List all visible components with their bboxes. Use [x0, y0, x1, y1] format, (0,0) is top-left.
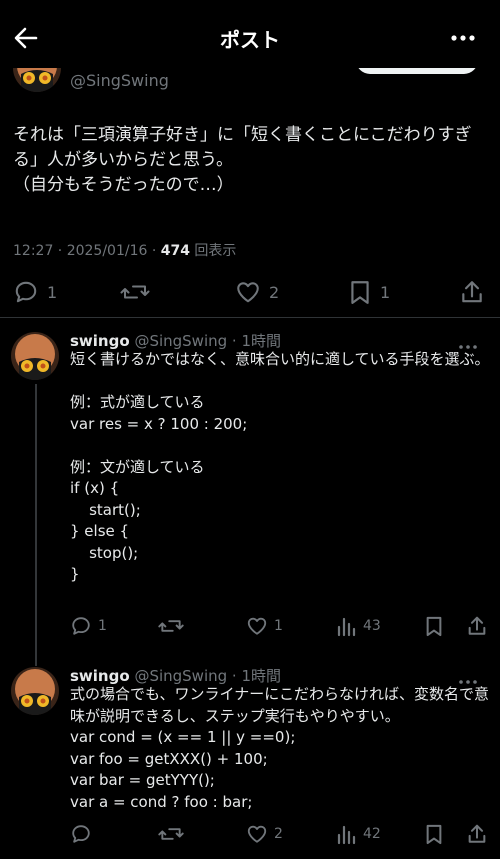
reply-text: 式の場合でも、ワンライナーにこだわらなければ、変数名で意味が説明できるし、ステッ… [70, 685, 489, 811]
reply-author-name[interactable]: swingo [70, 667, 130, 685]
reply-avatar[interactable] [11, 667, 59, 715]
share-button[interactable] [459, 279, 485, 305]
bookmark-button[interactable]: 1 [348, 279, 390, 305]
reply-button[interactable]: 1 [70, 615, 107, 637]
reply-more-icon[interactable] [458, 671, 478, 684]
bookmark-icon [426, 616, 442, 637]
reply-count: 1 [98, 618, 107, 634]
top-bar: ポスト [0, 0, 500, 68]
more-options-icon[interactable] [450, 26, 476, 46]
reply-header: swingo @SingSwing · 1時間 [70, 665, 281, 686]
analytics-icon [337, 825, 356, 845]
reply-avatar[interactable] [11, 332, 59, 380]
bookmark-icon [351, 281, 369, 304]
like-button[interactable]: 2 [235, 279, 279, 305]
reply-more-icon[interactable] [458, 336, 478, 349]
like-button[interactable]: 2 [246, 823, 283, 845]
views-count: 43 [363, 618, 381, 634]
share-icon [468, 616, 486, 635]
reply-author-handle[interactable]: @SingSwing [134, 667, 227, 685]
reply-author-handle[interactable]: @SingSwing [134, 332, 227, 350]
reply-author-name[interactable]: swingo [70, 332, 130, 350]
reply-icon [15, 281, 37, 303]
views-button[interactable]: 43 [337, 615, 381, 637]
reply-time: · 1時間 [227, 332, 281, 350]
heart-icon [237, 282, 259, 303]
retweet-button[interactable] [158, 823, 190, 845]
bookmark-button[interactable] [424, 823, 444, 845]
post-timestamp: 12:27 · 2025/01/16 · [13, 243, 161, 259]
reply-text: 短く書けるかではなく、意味合い的に適している手段を選ぶ。 例：式が適している v… [70, 350, 490, 583]
like-count: 2 [269, 282, 280, 302]
bookmark-icon [426, 824, 442, 845]
like-count: 1 [274, 618, 283, 634]
thread-line [35, 384, 37, 666]
post-meta: 12:27 · 2025/01/16 · 474 回表示 [13, 240, 236, 260]
heart-icon [247, 617, 267, 635]
divider [0, 317, 500, 318]
bookmark-count: 1 [380, 282, 391, 302]
post-text: それは「三項演算子好き」に「短く書くことにこだわりすぎる」人が多いからだと思う。… [13, 125, 472, 195]
analytics-icon [337, 617, 356, 637]
views-count: 42 [363, 826, 381, 842]
page-title: ポスト [220, 28, 280, 52]
share-button[interactable] [466, 823, 488, 845]
views-button[interactable]: 42 [337, 823, 381, 845]
share-icon [462, 281, 482, 303]
retweet-icon [158, 620, 184, 632]
reply-time: · 1時間 [227, 667, 281, 685]
heart-icon [247, 825, 267, 843]
retweet-button[interactable] [158, 615, 190, 637]
reply-header: swingo @SingSwing · 1時間 [70, 330, 281, 351]
retweet-icon [158, 828, 184, 840]
bookmark-button[interactable] [424, 615, 444, 637]
like-button[interactable]: 1 [246, 615, 283, 637]
views-count: 474 [160, 243, 190, 259]
reply-button[interactable] [70, 823, 98, 845]
reply-count: 1 [47, 282, 58, 302]
retweet-button[interactable] [120, 279, 158, 305]
share-icon [468, 824, 486, 843]
like-count: 2 [274, 826, 283, 842]
reply-button[interactable]: 1 [13, 279, 57, 305]
retweet-icon [120, 285, 150, 299]
reply-icon [72, 617, 90, 635]
author-handle[interactable]: @SingSwing [70, 71, 169, 90]
reply-icon [72, 825, 90, 843]
views-label: 回表示 [189, 243, 237, 259]
share-button[interactable] [466, 615, 488, 637]
